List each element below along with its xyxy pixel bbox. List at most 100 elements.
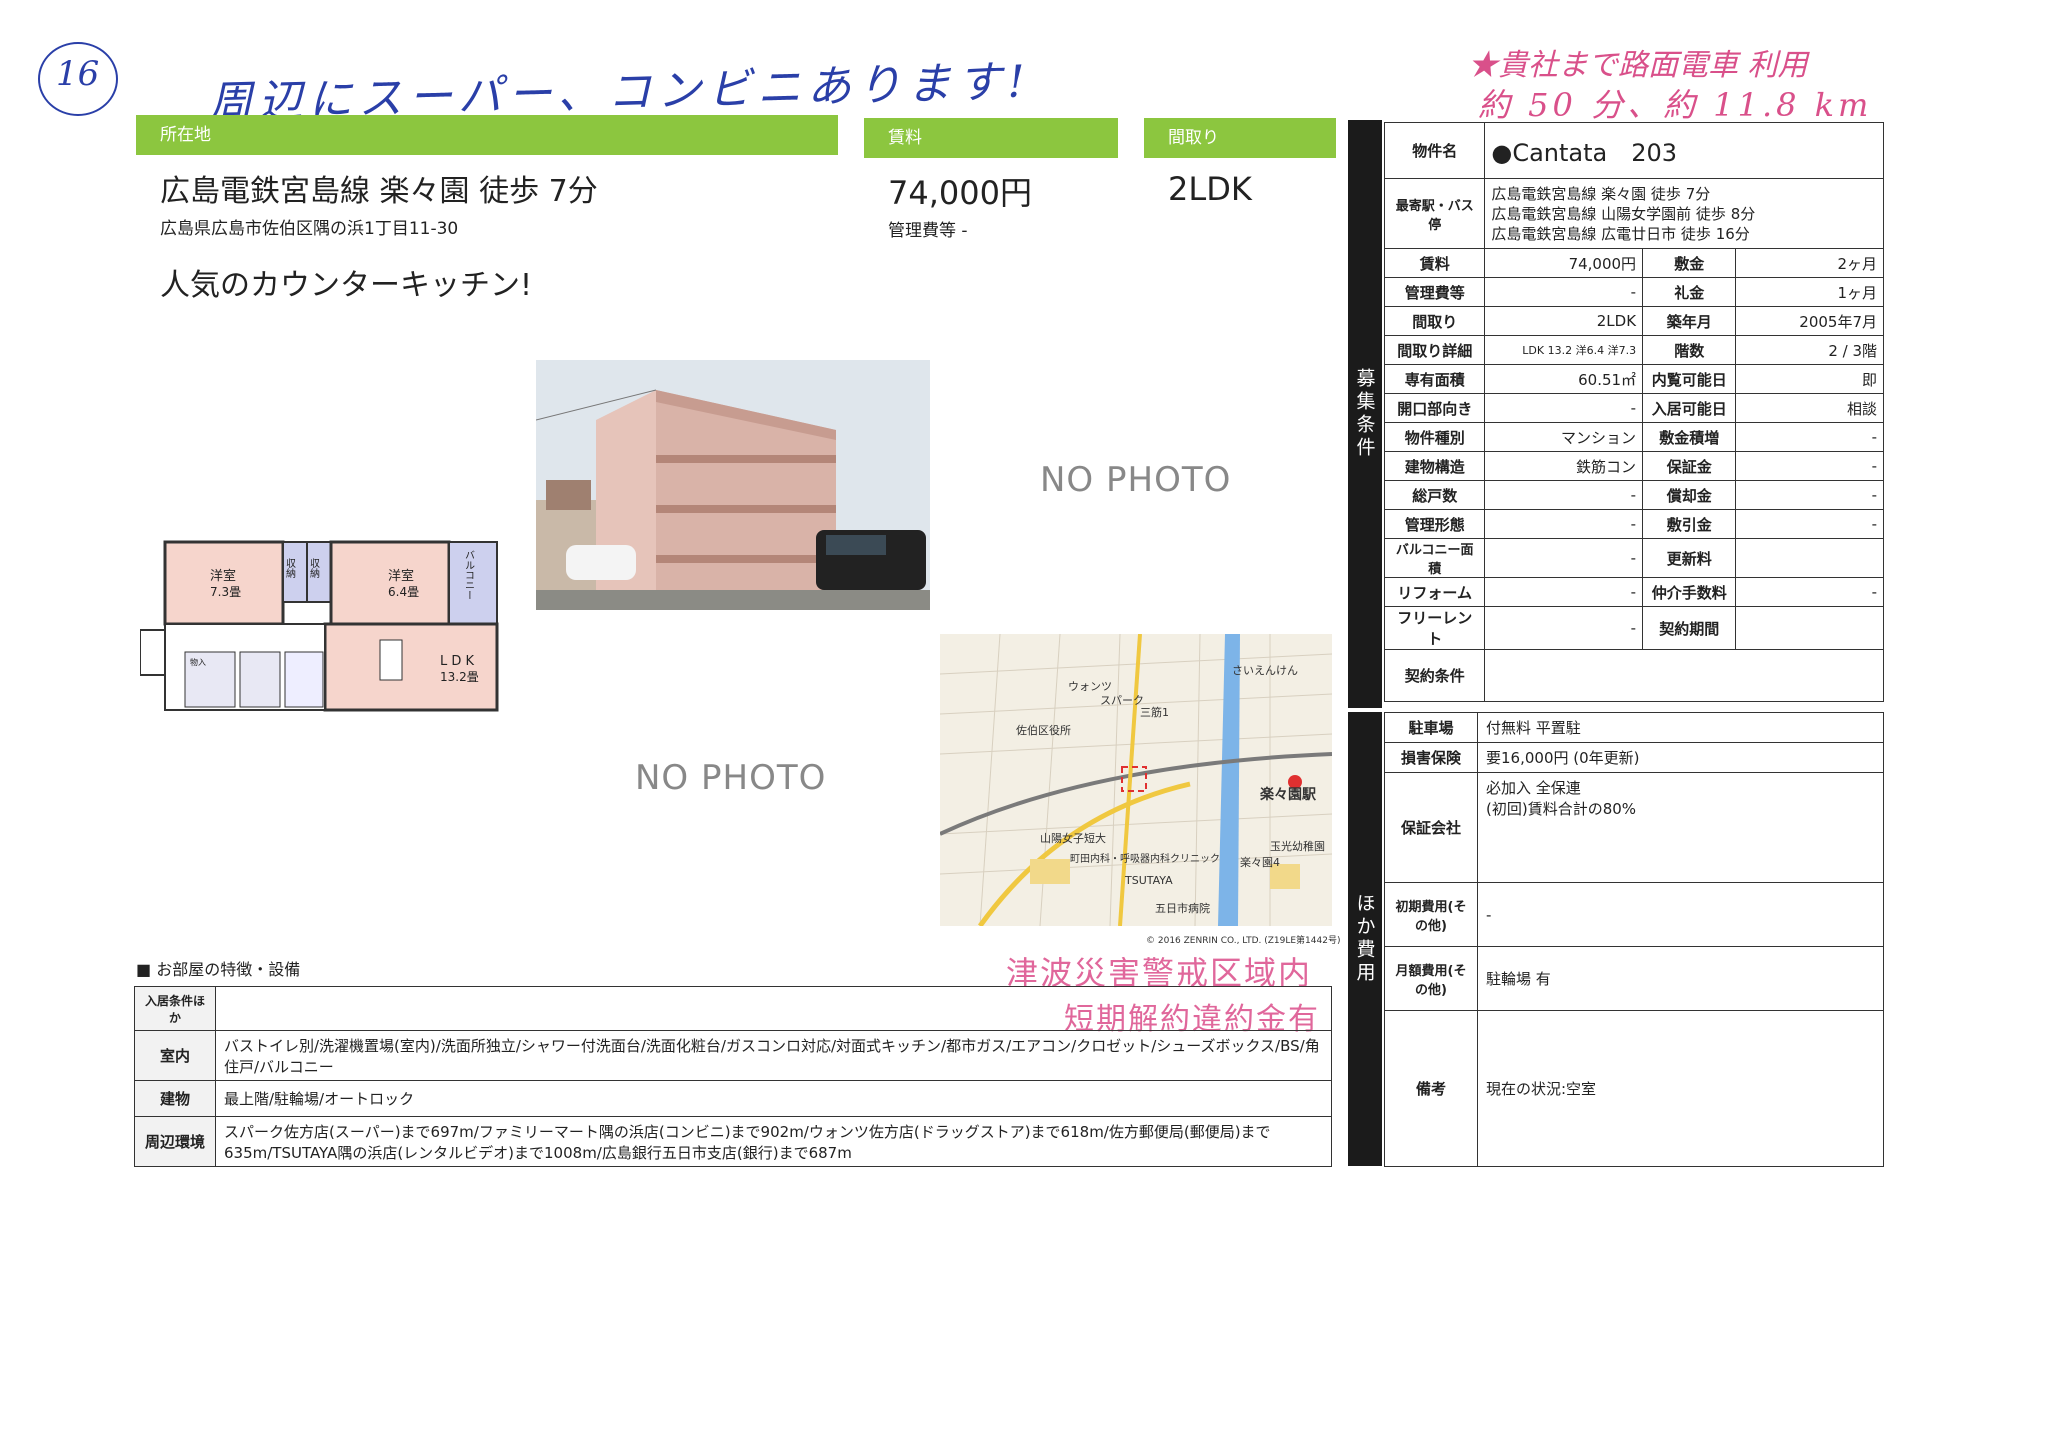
spec-row: フリーレント - 契約期間 <box>1383 606 1884 650</box>
catch-copy: 人気のカウンターキッチン! <box>160 268 533 303</box>
spec-value: - <box>1735 509 1884 539</box>
spec-value: 2005年7月 <box>1735 306 1884 336</box>
other-label: 駐車場 <box>1384 712 1478 743</box>
spec-value: 2ヶ月 <box>1735 248 1884 278</box>
station-3: 広島電鉄宮島線 広電廿日市 徒歩 16分 <box>1491 224 1750 243</box>
ldk-label: L D K <box>440 654 475 669</box>
spec-label: 築年月 <box>1642 306 1737 336</box>
spec-value: - <box>1484 277 1644 307</box>
balcony-label: バルコニー <box>463 550 475 600</box>
spec-value: 鉄筋コン <box>1484 451 1644 481</box>
spec-row-stations: 最寄駅・バス停 広島電鉄宮島線 楽々園 徒歩 7分 広島電鉄宮島線 山陽女学園前… <box>1383 178 1884 249</box>
spec-label: 間取り詳細 <box>1383 335 1486 365</box>
other-label: 備考 <box>1384 1010 1478 1167</box>
feature-row-conditions: 入居条件ほか <box>134 986 1332 1031</box>
rent-value: 74,000円 <box>888 174 1032 212</box>
spec-label: 階数 <box>1642 335 1737 365</box>
spec-label: 敷引金 <box>1642 509 1737 539</box>
spec-row: 専有面積 60.51㎡ 内覧可能日即 <box>1383 364 1884 394</box>
spec-label: 開口部向き <box>1383 393 1486 423</box>
spec-label: リフォーム <box>1383 577 1486 607</box>
spec-row: バルコニー面積 - 更新料 <box>1383 538 1884 578</box>
feature-row-surroundings: 周辺環境 スパーク佐方店(スーパー)まで697m/ファミリーマート隅の浜店(コン… <box>134 1116 1332 1167</box>
spec-label: フリーレント <box>1383 606 1486 650</box>
spec-row: 開口部向き - 入居可能日 相談 <box>1383 393 1884 423</box>
station-label: 最寄駅・バス停 <box>1383 178 1486 249</box>
other-label: 月額費用(その他) <box>1384 946 1478 1011</box>
spec-row: 間取り詳細 LDK 13.2 洋6.4 洋7.3 階数 2 / 3階 <box>1383 335 1884 365</box>
spec-label: 賃料 <box>1383 248 1486 278</box>
spec-value: - <box>1735 451 1884 481</box>
spec-table: 物件名 ●Cantata 203 最寄駅・バス停 広島電鉄宮島線 楽々園 徒歩 … <box>1383 122 1884 702</box>
map-copyright: © 2016 ZENRIN CO., LTD. (Z19LE第1442号) <box>1146 936 1341 946</box>
storage-label: 物入 <box>190 657 206 667</box>
other-row: 初期費用(その他) - <box>1384 882 1884 947</box>
spec-value: - <box>1484 538 1644 578</box>
property-name: ●Cantata 203 <box>1484 122 1884 179</box>
room2-label: 洋室 <box>388 568 414 584</box>
spec-label: 保証金 <box>1642 451 1737 481</box>
other-row: 月額費用(その他) 駐輪場 有 <box>1384 946 1884 1011</box>
spec-row: 物件種別 マンション 敷金積増 - <box>1383 422 1884 452</box>
spec-value: LDK 13.2 洋6.4 洋7.3 <box>1484 335 1644 365</box>
spec-value: 即 <box>1735 364 1884 394</box>
feature-row-building: 建物 最上階/駐輪場/オートロック <box>134 1080 1332 1117</box>
spec-value: 2LDK <box>1484 306 1644 336</box>
spec-label: 契約期間 <box>1642 606 1737 650</box>
closet-label-1: 収納 <box>284 558 296 579</box>
room1-size: 7.3畳 <box>210 585 241 599</box>
feature-label: 周辺環境 <box>134 1116 216 1167</box>
map-label-9: 町田内科・呼吸器内科クリニック <box>1070 854 1220 865</box>
other-label: 初期費用(その他) <box>1384 882 1478 947</box>
spec-row: 管理費等 - 礼金 1ヶ月 <box>1383 277 1884 307</box>
map-label-4: 山陽女子短大 <box>1040 832 1106 845</box>
spec-value: - <box>1484 393 1644 423</box>
station-2: 広島電鉄宮島線 山陽女学園前 徒歩 8分 <box>1491 204 1756 223</box>
spec-label: 物件種別 <box>1383 422 1486 452</box>
address: 広島県広島市佐伯区隅の浜1丁目11-30 <box>160 219 459 239</box>
no-photo-placeholder: NO PHOTO <box>1040 460 1232 500</box>
map-label-1: さいえんけん <box>1232 664 1298 677</box>
other-value: 要16,000円 (0年更新) <box>1477 742 1884 773</box>
spec-value: 1ヶ月 <box>1735 277 1884 307</box>
other-row: 損害保険 要16,000円 (0年更新) <box>1384 742 1884 773</box>
management-fee: 管理費等 - <box>888 221 968 241</box>
spec-label: 礼金 <box>1642 277 1737 307</box>
spec-label: 敷金 <box>1642 248 1737 278</box>
spec-row-name: 物件名 ●Cantata 203 <box>1383 122 1884 179</box>
room2-size: 6.4畳 <box>388 585 419 599</box>
location-header: 所在地 <box>136 115 838 155</box>
other-row: 備考 現在の状況:空室 <box>1384 1010 1884 1167</box>
spec-label: 更新料 <box>1642 538 1737 578</box>
spec-row: 総戸数 - 償却金 - <box>1383 480 1884 510</box>
map-label-6: TSUTAYA <box>1125 874 1173 887</box>
spec-label: 敷金積増 <box>1642 422 1737 452</box>
other-label: 損害保険 <box>1384 742 1478 773</box>
spec-label: 償却金 <box>1642 480 1737 510</box>
other-value: 現在の状況:空室 <box>1477 1010 1884 1167</box>
floor-plan: 洋室 7.3畳 洋室 6.4畳 L D K 13.2畳 収納 収納 バルコニー … <box>139 540 520 715</box>
spec-value: - <box>1484 577 1644 607</box>
spec-value: - <box>1484 606 1644 650</box>
area-map[interactable]: 楽々園駅 さいえんけん ウォンツ スパーク 山陽女子短大 楽々園4 TSUTAY… <box>940 634 1332 926</box>
station-1: 広島電鉄宮島線 楽々園 徒歩 7分 <box>1491 184 1711 203</box>
map-label-11: 佐伯区役所 <box>1016 724 1071 737</box>
spec-value: 74,000円 <box>1484 248 1644 278</box>
feature-value: 最上階/駐輪場/オートロック <box>215 1080 1332 1117</box>
other-value: 駐輪場 有 <box>1477 946 1884 1011</box>
feature-label: 建物 <box>134 1080 216 1117</box>
station-list: 広島電鉄宮島線 楽々園 徒歩 7分 広島電鉄宮島線 山陽女学園前 徒歩 8分 広… <box>1484 178 1884 249</box>
other-row: 駐車場 付無料 平置駐 <box>1384 712 1884 743</box>
map-label-10: 三筋1 <box>1140 706 1169 719</box>
spec-label: 管理形態 <box>1383 509 1486 539</box>
spec-value: - <box>1735 422 1884 452</box>
closet-label-2: 収納 <box>308 558 320 579</box>
map-label-station: 楽々園駅 <box>1260 787 1316 803</box>
layout-header: 間取り <box>1144 118 1336 158</box>
spec-value: 相談 <box>1735 393 1884 423</box>
spec-label: 総戸数 <box>1383 480 1486 510</box>
spec-label: 入居可能日 <box>1642 393 1737 423</box>
spec-row: 間取り 2LDK 築年月 2005年7月 <box>1383 306 1884 336</box>
feature-value <box>215 986 1332 1031</box>
other-label: 保証会社 <box>1384 772 1478 883</box>
